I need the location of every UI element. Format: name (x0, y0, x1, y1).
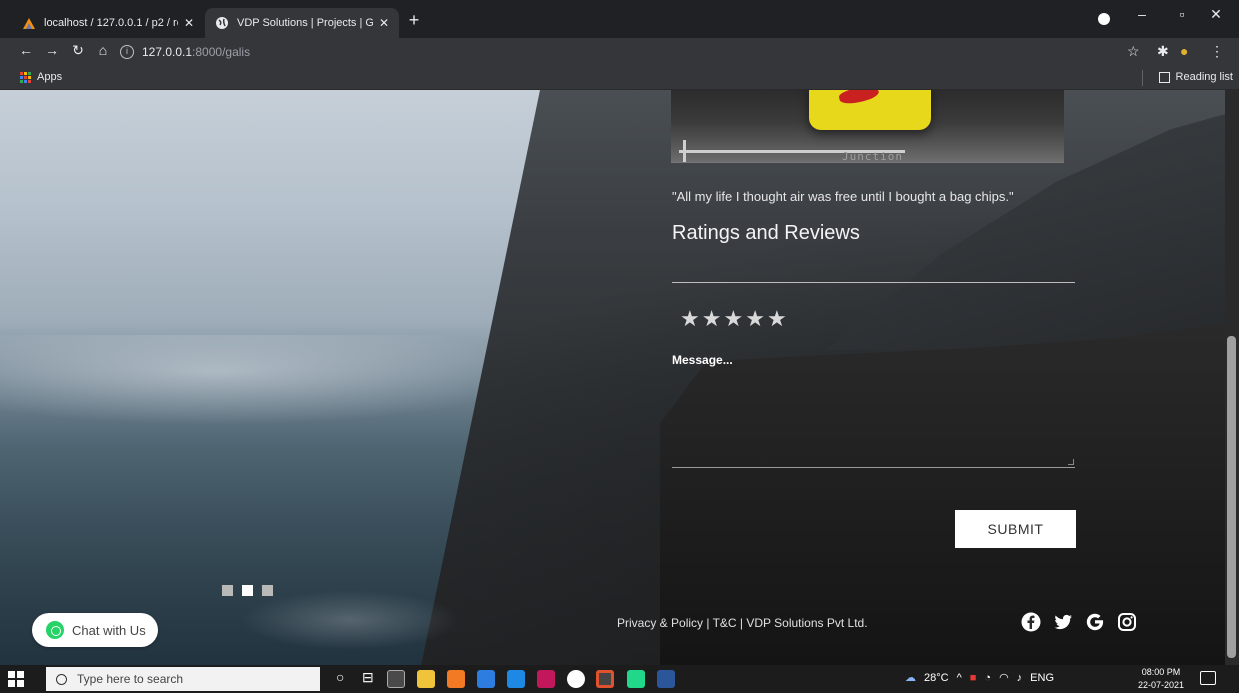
cortana-icon[interactable]: ○ (336, 669, 344, 685)
google-icon[interactable] (1085, 612, 1105, 632)
new-tab-button[interactable]: + (404, 10, 424, 31)
word-icon[interactable] (657, 670, 675, 688)
twitter-icon[interactable] (1053, 612, 1073, 632)
slider-dots (222, 585, 273, 596)
clock[interactable]: 08:00 PM 22-07-2021 (1138, 666, 1184, 692)
bookmarks-bar: Apps Reading list (0, 66, 1239, 90)
bookmark-apps-label: Apps (37, 71, 63, 83)
page-scrollbar[interactable] (1225, 90, 1239, 665)
close-window-icon[interactable]: ✕ (1204, 6, 1228, 23)
star-icon[interactable]: ★ (702, 309, 722, 331)
info-icon[interactable]: i (120, 45, 134, 59)
extensions-icon[interactable]: ✱ (1157, 43, 1169, 60)
mail-icon[interactable] (507, 670, 525, 688)
tab-vdp-solutions[interactable]: VDP Solutions | Projects | Gali's ✕ (205, 8, 399, 38)
close-tab-icon[interactable]: ✕ (184, 16, 194, 30)
social-links (1021, 612, 1137, 632)
star-icon[interactable]: ★ (723, 309, 743, 331)
tab-phpmyadmin[interactable]: localhost / 127.0.0.1 / p2 / reviews ✕ (12, 8, 204, 38)
clock-time: 08:00 PM (1141, 667, 1181, 677)
message-placeholder: Message... (672, 353, 733, 367)
slider-dot-active[interactable] (242, 585, 253, 596)
review-name-input[interactable] (672, 282, 1075, 283)
xampp-icon[interactable] (447, 670, 465, 688)
menu-kebab-icon[interactable]: ⋮ (1210, 43, 1224, 60)
star-rating[interactable]: ★ ★ ★ ★ ★ (680, 309, 787, 331)
profile-icon[interactable] (1098, 13, 1110, 25)
url-host: 127.0.0.1 (142, 45, 193, 59)
back-icon[interactable]: ← (16, 42, 36, 58)
star-icon[interactable]: ★ (767, 309, 787, 331)
windows-taskbar: Type here to search ○ ⊟ ☁ 28°C ^ ■ ◔ ◠ ♪… (0, 665, 1239, 693)
tab-strip: localhost / 127.0.0.1 / p2 / reviews ✕ V… (0, 0, 1239, 38)
search-icon (56, 673, 67, 685)
store-icon[interactable] (477, 670, 495, 688)
chat-label: Chat with Us (72, 622, 146, 638)
resize-handle-icon[interactable] (1068, 459, 1074, 465)
chips-bag (809, 90, 931, 130)
address-bar[interactable]: i 127.0.0.1:8000/galis (120, 41, 1120, 63)
reload-icon[interactable]: ↻ (68, 42, 88, 59)
browser-toolbar: ← → ↻ ⌂ i 127.0.0.1:8000/galis ☆ ✱ ● ⋮ (0, 38, 1239, 66)
weather-icon[interactable]: ☁ (905, 671, 916, 684)
clock-date: 22-07-2021 (1138, 680, 1185, 690)
maximize-icon[interactable]: ▫ (1170, 6, 1194, 22)
message-textarea[interactable] (672, 368, 1075, 468)
apps-grid-icon (20, 71, 31, 83)
windows-start-icon[interactable] (8, 671, 24, 687)
chevron-up-icon[interactable]: ^ (957, 672, 962, 684)
phpmyadmin-icon (23, 18, 35, 29)
globe-icon (216, 17, 228, 29)
reviews-heading: Ratings and Reviews (672, 222, 860, 244)
avatar[interactable]: ● (1180, 43, 1188, 59)
url-path: :8000/galis (192, 45, 251, 59)
taskbar-search-placeholder: Type here to search (77, 672, 184, 686)
terminal-app-icon[interactable] (387, 670, 405, 688)
scrollbar-thumb[interactable] (1227, 336, 1236, 658)
submit-button[interactable]: SUBMIT (955, 510, 1076, 548)
app-circle-icon[interactable] (567, 670, 585, 688)
home-icon[interactable]: ⌂ (93, 42, 113, 58)
reading-list-icon (1158, 71, 1170, 83)
file-explorer-icon[interactable] (417, 670, 435, 688)
minimize-icon[interactable]: – (1130, 6, 1154, 22)
reading-list-button[interactable]: Reading list (1158, 71, 1233, 83)
wifi-icon[interactable]: ◠ (999, 671, 1009, 684)
taskbar-search-input[interactable]: Type here to search (46, 667, 320, 691)
slider-dot[interactable] (222, 585, 233, 596)
volume-icon[interactable]: ♪ (1017, 672, 1023, 684)
chrome-icon[interactable] (596, 670, 614, 688)
weather-temp[interactable]: 28°C (924, 672, 949, 684)
star-icon[interactable]: ★ (680, 309, 700, 331)
close-tab-icon[interactable]: ✕ (379, 16, 389, 30)
task-view-icon[interactable]: ⊟ (362, 669, 374, 686)
product-quote: "All my life I thought air was free unti… (672, 189, 1014, 204)
system-tray: ☁ 28°C ^ ■ ◔ ◠ ♪ ENG (905, 671, 1054, 685)
star-icon[interactable]: ★ (745, 309, 765, 331)
language-indicator[interactable]: ENG (1030, 672, 1054, 684)
pycharm-icon[interactable] (627, 670, 645, 688)
mcafee-tray-icon[interactable]: ■ (970, 672, 977, 684)
forward-icon[interactable]: → (42, 42, 62, 58)
product-caption: Junction (842, 150, 903, 163)
network-icon[interactable]: ◔ (984, 672, 991, 684)
chat-with-us-button[interactable]: Chat with Us (32, 613, 158, 647)
footer-links[interactable]: Privacy & Policy | T&C | VDP Solutions P… (617, 616, 868, 630)
facebook-icon[interactable] (1021, 612, 1041, 632)
tab-title: localhost / 127.0.0.1 / p2 / reviews (44, 17, 178, 29)
whatsapp-icon (46, 621, 64, 639)
mcafee-icon[interactable] (537, 670, 555, 688)
bookmark-apps[interactable]: Apps (20, 71, 62, 83)
reading-list-label: Reading list (1175, 71, 1233, 83)
page-viewport: Junction "All my life I thought air was … (0, 90, 1239, 665)
notifications-icon[interactable] (1200, 671, 1216, 685)
fjord-water (240, 590, 460, 650)
tab-title: VDP Solutions | Projects | Gali's (237, 17, 373, 29)
slider-dot[interactable] (262, 585, 273, 596)
product-image: Junction (671, 90, 1064, 163)
instagram-icon[interactable] (1117, 612, 1137, 632)
divider (1142, 70, 1143, 86)
bookmark-star-icon[interactable]: ☆ (1127, 43, 1140, 60)
